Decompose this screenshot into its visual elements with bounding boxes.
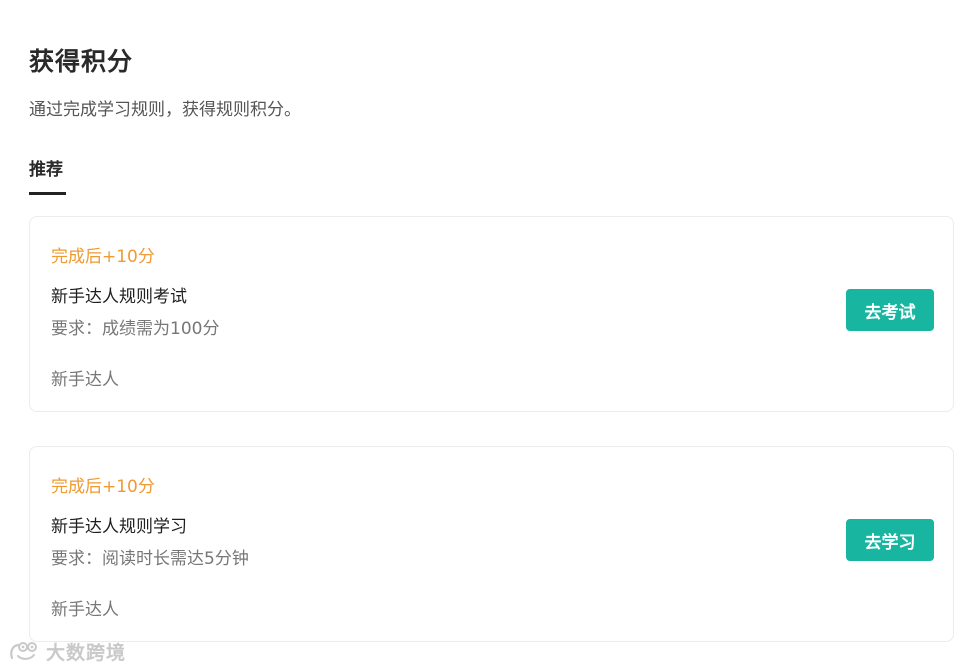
go-study-button[interactable]: 去学习: [846, 519, 934, 561]
reward-label: 完成后+10分: [51, 247, 155, 267]
task-tag: 新手达人: [51, 370, 119, 390]
tab-active-underline: [29, 192, 66, 195]
eye-logo-icon: [10, 642, 37, 660]
task-card-exam: 完成后+10分 新手达人规则考试 要求：成绩需为100分 新手达人 去考试: [29, 216, 954, 412]
take-exam-button[interactable]: 去考试: [846, 289, 934, 331]
watermark: 大数跨境: [8, 638, 126, 664]
reward-label: 完成后+10分: [51, 477, 155, 497]
watermark-text: 大数跨境: [46, 641, 127, 664]
task-requirement: 要求：成绩需为100分: [51, 319, 220, 339]
task-requirement: 要求：阅读时长需达5分钟: [51, 549, 249, 569]
task-card-study: 完成后+10分 新手达人规则学习 要求：阅读时长需达5分钟 新手达人 去学习: [29, 446, 954, 642]
task-tag: 新手达人: [51, 600, 119, 620]
tab-recommended[interactable]: 推荐: [29, 155, 63, 180]
task-title: 新手达人规则学习: [51, 517, 187, 537]
task-title: 新手达人规则考试: [51, 287, 187, 307]
page-subtitle: 通过完成学习规则，获得规则积分。: [29, 100, 301, 120]
page-title: 获得积分: [29, 47, 134, 76]
